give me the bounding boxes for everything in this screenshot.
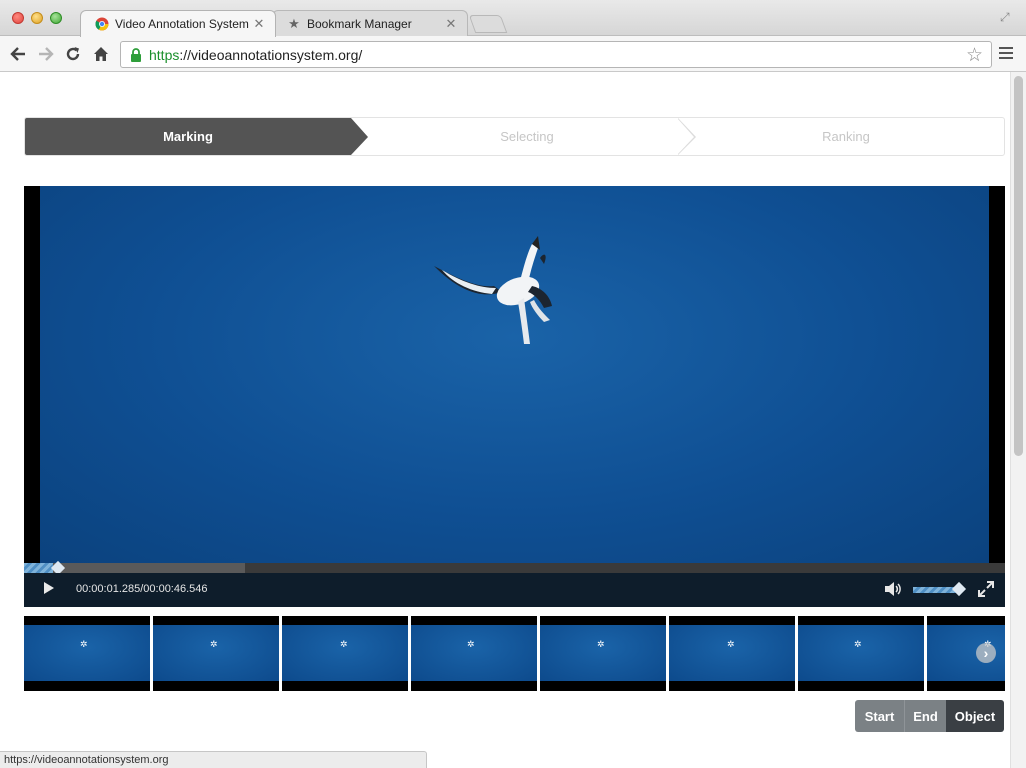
player-controls: 00:00:01.285/00:00:46.546 (24, 573, 1005, 607)
scrollbar-thumb[interactable] (1014, 76, 1023, 456)
video-thumbnail[interactable]: ✲ (411, 616, 537, 691)
thumbnail-frame: ✲ (669, 625, 795, 681)
thumbnail-frame: ✲ (411, 625, 537, 681)
annotation-button-group: Start End Object (855, 700, 1004, 732)
close-window-button[interactable] (12, 12, 24, 24)
bird-icon: ✲ (210, 639, 218, 649)
reload-icon[interactable] (63, 44, 83, 64)
url-text: https://videoannotationsystem.org/ (149, 46, 363, 63)
bird-icon: ✲ (340, 639, 348, 649)
star-icon: ★ (288, 16, 300, 31)
new-tab-button[interactable] (468, 15, 508, 33)
thumbnail-strip: ✲✲✲✲✲✲✲✲› (24, 616, 1005, 691)
thumbnail-frame: ✲ (153, 625, 279, 681)
step-selecting[interactable]: Selecting (367, 118, 687, 155)
start-button[interactable]: Start (855, 700, 904, 732)
browser-titlebar: Video Annotation System ✕ ★ Bookmark Man… (0, 0, 1026, 37)
forward-arrow-icon[interactable] (36, 44, 56, 64)
close-tab-icon[interactable]: ✕ (445, 16, 457, 32)
close-tab-icon[interactable]: ✕ (253, 16, 265, 32)
tab-label: Video Annotation System (115, 17, 249, 31)
minimize-window-button[interactable] (31, 12, 43, 24)
object-button[interactable]: Object (946, 700, 1004, 732)
page-scrollbar[interactable] (1010, 72, 1026, 768)
played-range (24, 563, 54, 573)
address-bar[interactable]: https://videoannotationsystem.org/ ☆ (120, 41, 992, 68)
thumbnail-frame: ✲ (798, 625, 924, 681)
bird-icon: ✲ (854, 639, 862, 649)
volume-handle[interactable] (952, 581, 967, 597)
fullscreen-toggle-icon[interactable]: ⤢ (1000, 10, 1014, 24)
bookmark-star-icon[interactable]: ☆ (966, 44, 983, 67)
video-thumbnail[interactable]: ✲ (282, 616, 408, 691)
back-arrow-icon[interactable] (8, 44, 28, 64)
step-marking[interactable]: Marking (25, 118, 351, 155)
step-arrow (351, 118, 368, 155)
chrome-icon (95, 17, 109, 31)
zoom-window-button[interactable] (50, 12, 62, 24)
gannet-bird-image (434, 236, 552, 344)
video-player: 00:00:01.285/00:00:46.546 (24, 186, 1005, 607)
play-icon[interactable] (44, 582, 54, 594)
page-content: Marking Selecting Ranking 00:00:01.285/0… (0, 72, 1010, 768)
lock-icon (129, 47, 143, 62)
video-thumbnail[interactable]: ✲ (669, 616, 795, 691)
bird-icon: ✲ (467, 639, 475, 649)
end-button[interactable]: End (904, 700, 946, 732)
video-frame[interactable] (40, 186, 989, 563)
video-thumbnail[interactable]: ✲ (540, 616, 666, 691)
thumbnail-frame: ✲ (24, 625, 150, 681)
status-bar-url: https://videoannotationsystem.org (0, 751, 427, 768)
step-ranking[interactable]: Ranking (687, 118, 1005, 155)
seek-bar[interactable] (24, 560, 1005, 576)
bird-icon: ✲ (597, 639, 605, 649)
thumbnail-frame: ✲ (540, 625, 666, 681)
browser-toolbar: https://videoannotationsystem.org/ ☆ (0, 36, 1026, 72)
volume-icon[interactable] (884, 581, 902, 597)
step-wizard: Marking Selecting Ranking (24, 117, 1005, 156)
video-thumbnail[interactable]: ✲ (153, 616, 279, 691)
home-icon[interactable] (91, 44, 111, 64)
fullscreen-icon[interactable] (978, 581, 994, 597)
thumbnail-frame: ✲ (282, 625, 408, 681)
video-thumbnail[interactable]: ✲ (24, 616, 150, 691)
browser-menu-icon[interactable] (999, 47, 1013, 61)
bird-icon: ✲ (727, 639, 735, 649)
video-thumbnail[interactable]: ✲ (798, 616, 924, 691)
tab-bookmark-manager[interactable]: ★ Bookmark Manager ✕ (272, 10, 468, 37)
tab-label: Bookmark Manager (307, 17, 412, 31)
tab-video-annotation-system[interactable]: Video Annotation System ✕ (80, 10, 276, 37)
bird-icon: ✲ (80, 639, 88, 649)
chevron-right-icon[interactable]: › (976, 643, 996, 663)
timecode: 00:00:01.285/00:00:46.546 (76, 583, 208, 595)
